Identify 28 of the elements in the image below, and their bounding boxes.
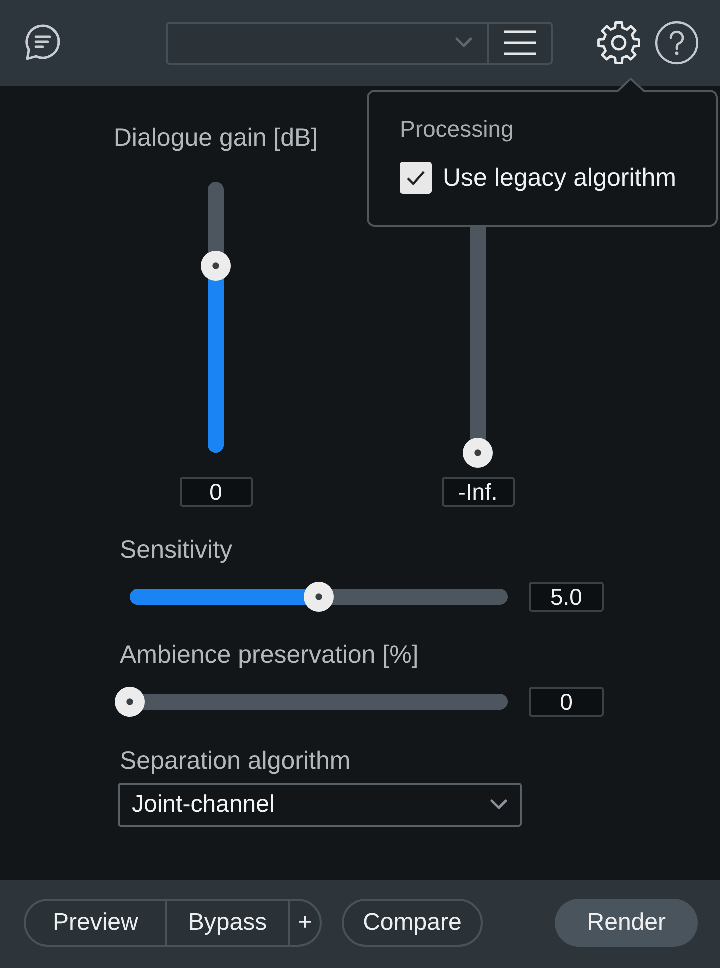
value-field[interactable]: -Inf.	[442, 477, 514, 507]
bypass-button[interactable]: Bypass	[165, 901, 288, 945]
menu-button[interactable]	[487, 22, 553, 64]
slider-thumb[interactable]	[463, 438, 493, 468]
checkbox-label[interactable]: Use legacy algorithm	[443, 164, 676, 192]
value-field[interactable]: 0	[529, 687, 604, 717]
settings-icon[interactable]	[597, 21, 641, 65]
algorithm-dropdown[interactable]: Joint-channel	[118, 783, 522, 827]
slider-label: Ambience preservation [%]	[120, 641, 419, 669]
menu-icon	[503, 30, 537, 56]
chevron-down-icon	[455, 37, 473, 49]
checkbox[interactable]	[400, 162, 432, 194]
preview-button[interactable]: Preview	[26, 901, 166, 945]
compare-button[interactable]: Compare	[342, 899, 483, 947]
value-field[interactable]: 5.0	[529, 582, 604, 612]
slider-thumb[interactable]	[201, 251, 231, 282]
help-icon[interactable]	[655, 21, 699, 65]
render-button[interactable]: Render	[555, 899, 698, 947]
value-field[interactable]: 0	[180, 477, 252, 507]
checkmark-icon	[406, 170, 426, 186]
slider-label: Sensitivity	[120, 536, 233, 564]
slider-label: Dialogue gain [dB]	[114, 124, 318, 152]
chevron-down-icon	[490, 799, 508, 811]
dropdown-label: Separation algorithm	[120, 747, 351, 775]
slider-thumb[interactable]	[304, 582, 334, 612]
slider-thumb[interactable]	[115, 687, 145, 717]
add-button[interactable]: +	[288, 901, 320, 945]
popover-heading: Processing	[400, 115, 515, 143]
